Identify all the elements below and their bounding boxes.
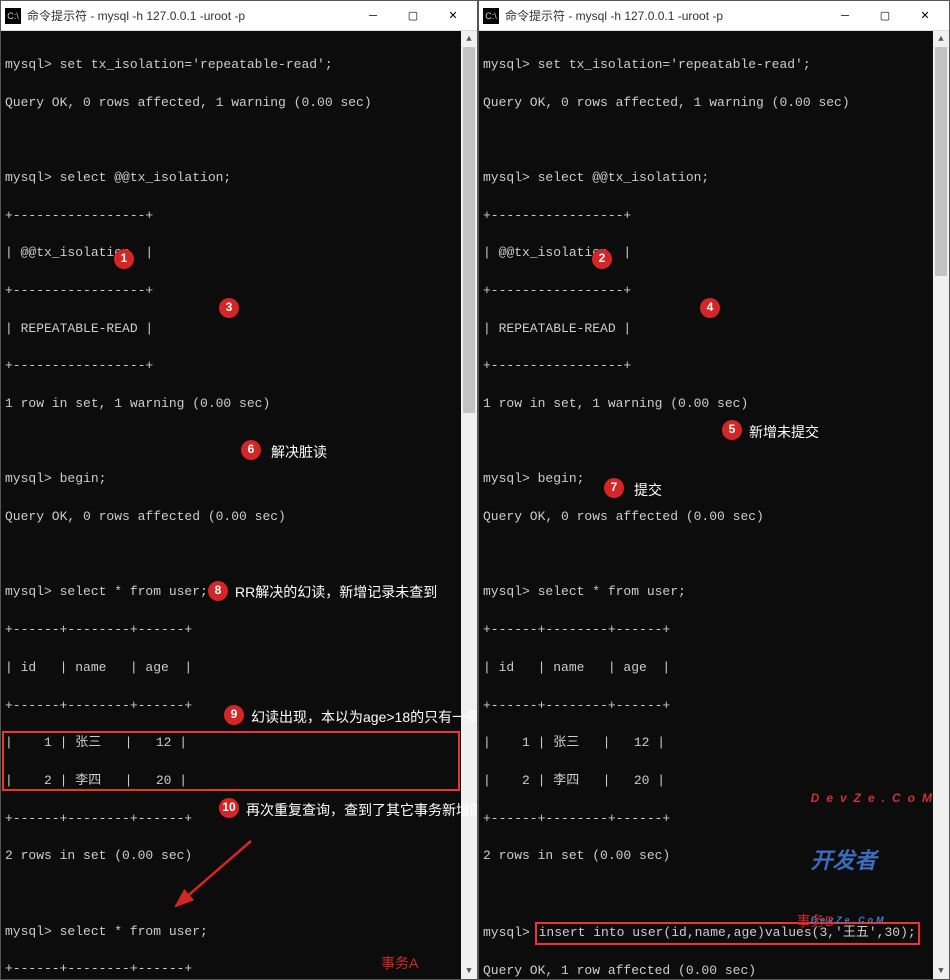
table-row: | 1 | 张三 | 12 | xyxy=(483,734,945,753)
cmd-line: mysql> begin; xyxy=(5,470,473,489)
output-line: Query OK, 0 rows affected, 1 warning (0.… xyxy=(483,94,945,113)
left-window: C:\ 命令提示符 - mysql -h 127.0.0.1 -uroot -p… xyxy=(0,0,478,980)
titlebar-left[interactable]: C:\ 命令提示符 - mysql -h 127.0.0.1 -uroot -p… xyxy=(1,1,477,31)
scroll-down-icon[interactable]: ▼ xyxy=(933,963,949,979)
window-title-right: 命令提示符 - mysql -h 127.0.0.1 -uroot -p xyxy=(505,7,825,24)
table-sep: +------+--------+------+ xyxy=(483,697,945,716)
annotation-6: 解决脏读 xyxy=(271,442,327,462)
table-row: | 1 | 张三 | 12 | xyxy=(5,734,473,753)
right-window: C:\ 命令提示符 - mysql -h 127.0.0.1 -uroot -p… xyxy=(478,0,950,980)
badge-3: 3 xyxy=(219,298,239,318)
table-row: | 2 | 李四 | 20 | xyxy=(5,772,473,791)
cmd-line: mysql> begin; xyxy=(483,470,945,489)
annotation-9: 幻读出现，本以为age>18的只有一条，但实际受影响2条，像出现了幻觉 xyxy=(251,707,477,727)
table-row: | REPEATABLE-READ | xyxy=(5,320,473,339)
terminal-left[interactable]: mysql> set tx_isolation='repeatable-read… xyxy=(1,31,477,979)
annotation-10: 再次重复查询，查到了其它事务新增的记录 xyxy=(246,800,477,820)
table-sep: +------+--------+------+ xyxy=(483,621,945,640)
cmd-line: mysql> select * from user; xyxy=(5,923,473,942)
terminal-right[interactable]: mysql> set tx_isolation='repeatable-read… xyxy=(479,31,949,979)
window-title-left: 命令提示符 - mysql -h 127.0.0.1 -uroot -p xyxy=(27,7,353,24)
maximize-button[interactable]: ▢ xyxy=(393,1,433,31)
cmd-line: mysql> set tx_isolation='repeatable-read… xyxy=(483,56,945,75)
maximize-button[interactable]: ▢ xyxy=(865,1,905,31)
titlebar-right[interactable]: C:\ 命令提示符 - mysql -h 127.0.0.1 -uroot -p… xyxy=(479,1,949,31)
table-sep: +-----------------+ xyxy=(483,357,945,376)
badge-1: 1 xyxy=(114,249,134,269)
cmd-line: mysql> set tx_isolation='repeatable-read… xyxy=(5,56,473,75)
cmd-line: mysql> select @@tx_isolation; xyxy=(5,169,473,188)
badge-6: 6 xyxy=(241,440,261,460)
badge-5: 5 xyxy=(722,420,742,440)
output-line: Query OK, 0 rows affected (0.00 sec) xyxy=(5,508,473,527)
cmd-icon: C:\ xyxy=(483,8,499,24)
scroll-thumb[interactable] xyxy=(935,47,947,276)
badge-2: 2 xyxy=(592,249,612,269)
badge-4: 4 xyxy=(700,298,720,318)
output-line: 1 row in set, 1 warning (0.00 sec) xyxy=(483,395,945,414)
badge-9: 9 xyxy=(224,705,244,725)
scroll-thumb[interactable] xyxy=(463,47,475,413)
table-header: | id | name | age | xyxy=(483,659,945,678)
watermark: DevZe.CoM 开发者 DevZe.CoM xyxy=(811,752,939,965)
table-sep: +-----------------+ xyxy=(5,282,473,301)
output-line: 1 row in set, 1 warning (0.00 sec) xyxy=(5,395,473,414)
close-button[interactable]: ✕ xyxy=(905,1,945,31)
annotation-7: 提交 xyxy=(634,480,662,500)
cmd-icon: C:\ xyxy=(5,8,21,24)
table-sep: +-----------------+ xyxy=(483,207,945,226)
arrow-icon xyxy=(151,831,261,921)
output-line: Query OK, 0 rows affected, 1 warning (0.… xyxy=(5,94,473,113)
close-button[interactable]: ✕ xyxy=(433,1,473,31)
scroll-up-icon[interactable]: ▲ xyxy=(461,31,477,47)
annotation-8: RR解决的幻读，新增记录未查到 xyxy=(235,582,437,602)
badge-8: 8 xyxy=(208,581,228,601)
scrollbar-left[interactable]: ▲ ▼ xyxy=(461,31,477,979)
cmd-line: mysql> select @@tx_isolation; xyxy=(483,169,945,188)
scroll-track[interactable] xyxy=(461,47,477,963)
output-line: Query OK, 0 rows affected (0.00 sec) xyxy=(483,508,945,527)
output-line: 2 rows in set (0.00 sec) xyxy=(5,847,473,866)
table-sep: +-----------------+ xyxy=(5,207,473,226)
footer-label-a: 事务A xyxy=(381,953,418,973)
scroll-up-icon[interactable]: ▲ xyxy=(933,31,949,47)
table-header: | @@tx_isolation | xyxy=(5,244,473,263)
table-row: | REPEATABLE-READ | xyxy=(483,320,945,339)
minimize-button[interactable]: ─ xyxy=(353,1,393,31)
minimize-button[interactable]: ─ xyxy=(825,1,865,31)
cmd-line: mysql> select * from user; xyxy=(483,583,945,602)
table-sep: +------+--------+------+ xyxy=(5,621,473,640)
table-sep: +-----------------+ xyxy=(5,357,473,376)
badge-10: 10 xyxy=(219,798,239,818)
table-header: | id | name | age | xyxy=(5,659,473,678)
annotation-5: 新增未提交 xyxy=(749,422,819,442)
scroll-down-icon[interactable]: ▼ xyxy=(461,963,477,979)
table-header: | @@tx_isolation | xyxy=(483,244,945,263)
badge-7: 7 xyxy=(604,478,624,498)
